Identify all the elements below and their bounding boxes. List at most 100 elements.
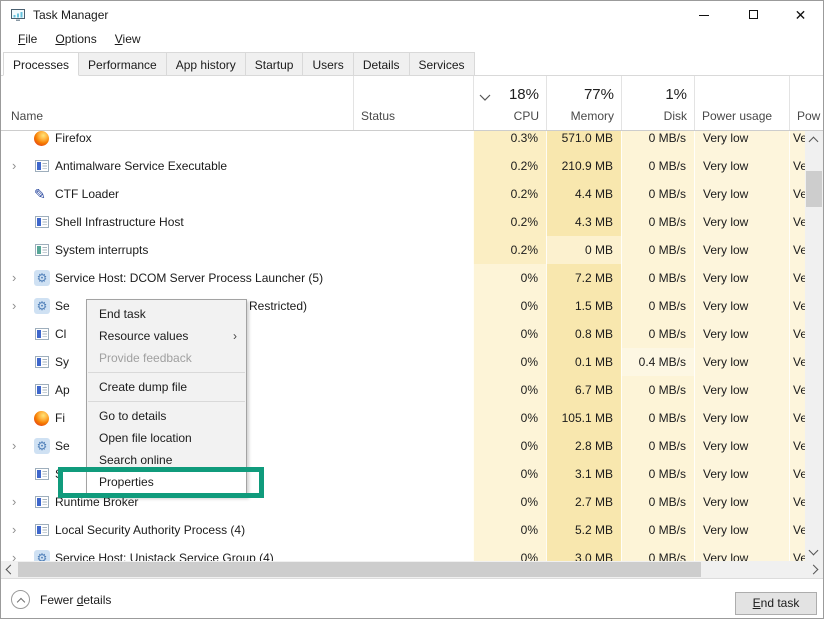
disk-cell: 0 MB/s — [621, 544, 694, 561]
tab-bar: ProcessesPerformanceApp historyStartupUs… — [1, 51, 823, 76]
menu-options[interactable]: Options — [46, 29, 105, 49]
system-icon — [34, 242, 50, 258]
scroll-down-button[interactable] — [805, 544, 823, 561]
column-divider[interactable] — [473, 76, 474, 130]
table-row[interactable]: ›Local Security Authority Process (4)0%5… — [1, 516, 823, 544]
tab-startup[interactable]: Startup — [245, 52, 304, 76]
disk-cell: 0.4 MB/s — [621, 348, 694, 376]
process-name: Firefox — [55, 131, 92, 145]
column-divider[interactable] — [353, 76, 354, 130]
expand-icon[interactable]: › — [12, 495, 16, 508]
cpu-cell: 0% — [473, 264, 546, 292]
process-name-fragment: Restricted) — [249, 299, 307, 313]
memory-cell: 3.0 MB — [546, 544, 621, 561]
column-header-status[interactable]: Status — [361, 109, 395, 123]
horizontal-scrollbar[interactable] — [1, 561, 823, 578]
disk-cell: 0 MB/s — [621, 376, 694, 404]
tab-details[interactable]: Details — [353, 52, 410, 76]
process-name: Local Security Authority Process (4) — [55, 523, 245, 537]
application-icon — [34, 158, 50, 174]
memory-cell: 7.2 MB — [546, 264, 621, 292]
column-divider[interactable] — [789, 76, 790, 130]
cpu-cell: 0% — [473, 488, 546, 516]
table-row[interactable]: System interrupts0.2%0 MB0 MB/sVery lowV… — [1, 236, 823, 264]
expand-icon[interactable]: › — [12, 299, 16, 312]
scroll-left-button[interactable] — [1, 561, 18, 578]
pen-icon: ✎ — [34, 186, 50, 202]
tab-users[interactable]: Users — [302, 52, 353, 76]
column-header-name[interactable]: Name — [11, 109, 43, 123]
expand-icon[interactable]: › — [12, 523, 16, 536]
power-usage-cell: Very low — [694, 432, 789, 460]
scroll-right-button[interactable] — [806, 561, 823, 578]
disk-cell: 0 MB/s — [621, 208, 694, 236]
end-task-button[interactable]: End task — [735, 592, 817, 615]
expand-icon[interactable]: › — [12, 551, 16, 561]
context-menu-item-search-online[interactable]: Search online — [87, 449, 246, 471]
column-header-power-usage[interactable]: Power usage — [702, 109, 772, 123]
fewer-details-label: Fewer details — [40, 593, 111, 607]
memory-cell: 2.8 MB — [546, 432, 621, 460]
power-usage-cell: Very low — [694, 236, 789, 264]
context-menu-item-end-task[interactable]: End task — [87, 303, 246, 325]
power-usage-cell: Very low — [694, 180, 789, 208]
power-usage-cell: Very low — [694, 208, 789, 236]
memory-cell: 0.8 MB — [546, 320, 621, 348]
context-menu-item-resource-values[interactable]: Resource values› — [87, 325, 246, 347]
context-menu-item-go-to-details[interactable]: Go to details — [87, 405, 246, 427]
memory-total-percent: 77% — [546, 86, 614, 103]
column-header-cpu[interactable]: CPU — [480, 109, 539, 123]
horizontal-scrollbar-thumb[interactable] — [18, 562, 701, 577]
chevron-up-icon — [17, 598, 25, 606]
cpu-cell: 0.2% — [473, 208, 546, 236]
table-row[interactable]: ›Antimalware Service Executable0.2%210.9… — [1, 152, 823, 180]
memory-cell: 210.9 MB — [546, 152, 621, 180]
expand-icon[interactable]: › — [12, 271, 16, 284]
power-usage-cell: Very low — [694, 292, 789, 320]
cpu-cell: 0% — [473, 404, 546, 432]
power-usage-cell: Very low — [694, 131, 789, 152]
maximize-button[interactable] — [731, 1, 776, 29]
tab-performance[interactable]: Performance — [78, 52, 167, 76]
memory-cell: 3.1 MB — [546, 460, 621, 488]
minimize-button[interactable] — [681, 1, 726, 29]
expand-icon[interactable]: › — [12, 159, 16, 172]
gear-icon: ⚙ — [34, 550, 50, 561]
column-divider[interactable] — [694, 76, 695, 130]
column-header-power-usage-trend[interactable]: Pow — [797, 109, 820, 123]
gear-icon: ⚙ — [34, 438, 50, 454]
context-menu: End taskResource values›Provide feedback… — [86, 299, 247, 497]
process-name: Se — [55, 299, 70, 313]
close-button[interactable]: ✕ — [778, 1, 823, 29]
process-name: Fi — [55, 411, 65, 425]
table-row[interactable]: Firefox0.3%571.0 MB0 MB/sVery lowVe — [1, 131, 823, 152]
power-usage-cell: Very low — [694, 376, 789, 404]
table-row[interactable]: ✎CTF Loader0.2%4.4 MB0 MB/sVery lowVe — [1, 180, 823, 208]
tab-processes[interactable]: Processes — [3, 52, 79, 76]
menu-file[interactable]: File — [9, 29, 46, 49]
vertical-scrollbar-thumb[interactable] — [806, 171, 822, 207]
column-header-memory[interactable]: Memory — [546, 109, 614, 123]
scroll-up-button[interactable] — [805, 131, 823, 148]
process-name: Shell Infrastructure Host — [55, 215, 184, 229]
table-row[interactable]: Shell Infrastructure Host0.2%4.3 MB0 MB/… — [1, 208, 823, 236]
status-bar: Fewer details End task — [1, 578, 823, 619]
cpu-cell: 0% — [473, 460, 546, 488]
chevron-up-icon — [809, 137, 819, 147]
power-usage-cell: Very low — [694, 460, 789, 488]
table-row[interactable]: ›⚙Service Host: Unistack Service Group (… — [1, 544, 823, 561]
firefox-icon — [34, 411, 49, 426]
application-icon — [34, 522, 50, 538]
tab-services[interactable]: Services — [409, 52, 475, 76]
vertical-scrollbar[interactable] — [805, 131, 823, 561]
chevron-right-icon — [809, 565, 819, 575]
firefox-icon — [34, 131, 49, 146]
tab-app-history[interactable]: App history — [166, 52, 246, 76]
expand-icon[interactable]: › — [12, 439, 16, 452]
context-menu-item-create-dump-file[interactable]: Create dump file — [87, 376, 246, 398]
context-menu-item-properties[interactable]: Properties — [87, 471, 246, 493]
menu-view[interactable]: View — [106, 29, 150, 49]
context-menu-item-open-file-location[interactable]: Open file location — [87, 427, 246, 449]
table-row[interactable]: ›⚙Service Host: DCOM Server Process Laun… — [1, 264, 823, 292]
column-header-disk[interactable]: Disk — [621, 109, 687, 123]
